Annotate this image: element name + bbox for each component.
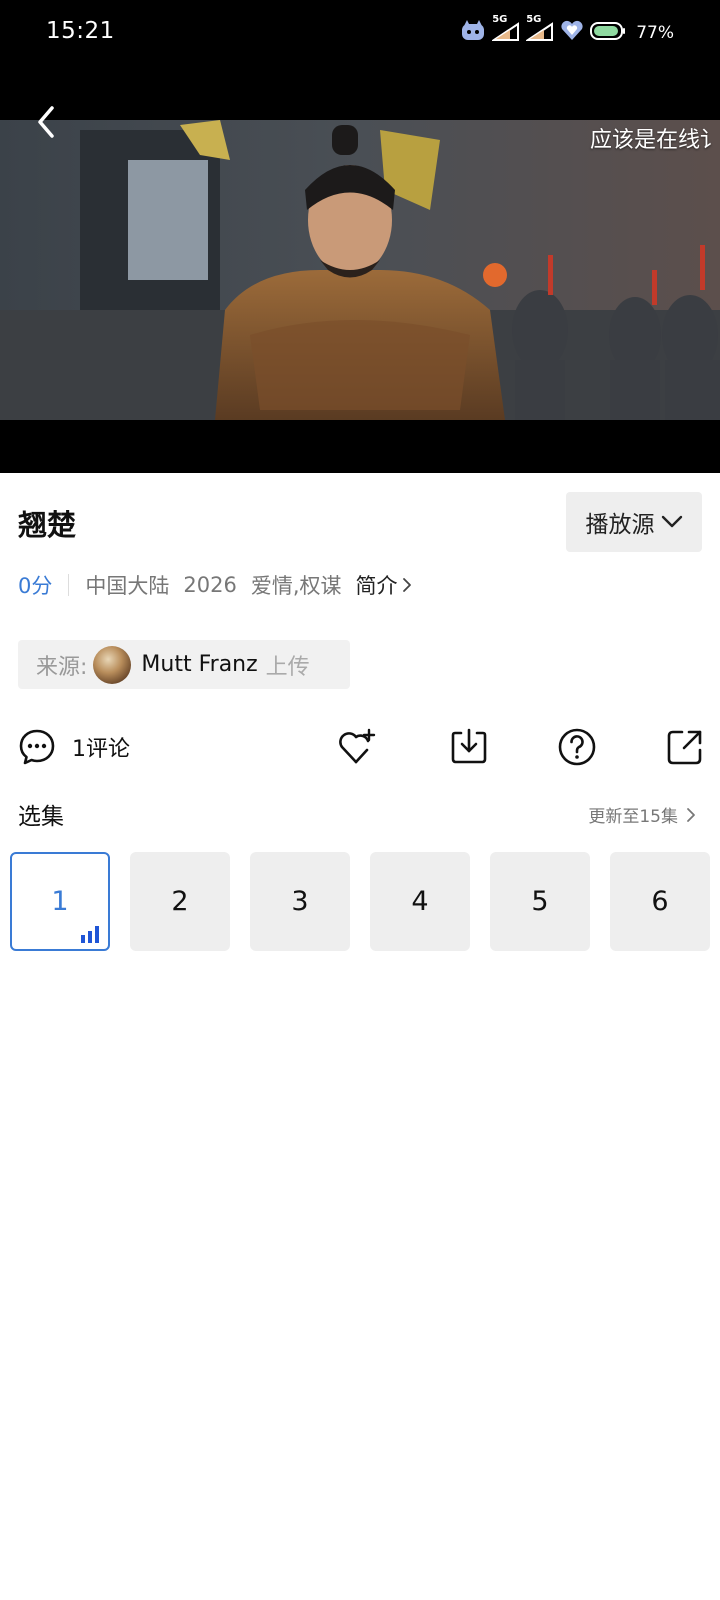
- episode-number: 4: [411, 886, 429, 917]
- episode-number: 1: [51, 886, 69, 917]
- download-icon: [451, 728, 487, 764]
- share-button[interactable]: [665, 727, 705, 767]
- favorite-add-icon: [339, 728, 376, 764]
- episodes-update-link[interactable]: 更新至15集: [588, 802, 696, 827]
- chevron-right-icon: [687, 807, 695, 822]
- help-button[interactable]: [557, 727, 597, 767]
- back-button[interactable]: [28, 102, 68, 142]
- uploader-name: Mutt Franz: [141, 652, 258, 677]
- intro-link-label: 简介: [355, 574, 398, 598]
- help-icon: [558, 728, 596, 766]
- episode-item[interactable]: 2: [130, 852, 230, 951]
- episode-list: 1 2 3 4 5 6: [10, 852, 710, 951]
- episode-item[interactable]: 3: [250, 852, 350, 951]
- uploader-suffix: 上传: [265, 654, 310, 680]
- video-genres: 爱情,权谋: [250, 574, 342, 598]
- video-player[interactable]: 应该是在线讠: [0, 68, 720, 473]
- action-bar: 1评论: [0, 725, 720, 769]
- chevron-right-icon: [402, 578, 411, 592]
- uploader-chip[interactable]: 来源: Mutt Franz 上传: [18, 640, 350, 689]
- status-time: 15:21: [46, 18, 115, 44]
- signal-5g-icon: 5G: [524, 14, 554, 46]
- playback-source-label: 播放源: [585, 512, 655, 538]
- video-title: 翘楚: [18, 508, 77, 542]
- episode-number: 2: [171, 886, 189, 917]
- wifi-heart-icon: [560, 20, 584, 46]
- video-meta: 0分 中国大陆 2026 爱情,权谋 简介: [18, 570, 412, 600]
- status-bar: 15:21 5G 5G 77%: [0, 0, 720, 68]
- episode-item[interactable]: 6: [610, 852, 710, 951]
- comment-button[interactable]: 1评论: [18, 725, 130, 769]
- playback-source-button[interactable]: 播放源: [566, 492, 702, 552]
- download-button[interactable]: [449, 727, 489, 767]
- video-still: [0, 120, 720, 420]
- video-score: 0分: [18, 574, 53, 598]
- episode-number: 3: [291, 886, 309, 917]
- comment-icon: [19, 729, 55, 765]
- battery-percent: 77%: [636, 23, 674, 43]
- video-frame[interactable]: [0, 120, 720, 420]
- episodes-label: 选集: [18, 804, 64, 830]
- share-icon: [667, 730, 702, 765]
- danmaku-comment: 应该是在线讠: [590, 128, 720, 153]
- video-region: 中国大陆: [85, 574, 170, 598]
- uploader-label: 来源:: [36, 654, 88, 680]
- back-arrow-icon: [38, 106, 54, 138]
- episode-item[interactable]: 4: [370, 852, 470, 951]
- episode-number: 5: [531, 886, 549, 917]
- now-playing-icon: [81, 926, 99, 943]
- signal-5g-icon: 5G: [490, 14, 520, 46]
- meta-divider: [68, 574, 70, 596]
- comment-count: 1评论: [72, 737, 130, 762]
- favorite-button[interactable]: [337, 727, 377, 767]
- episode-item[interactable]: 1: [10, 852, 110, 951]
- avatar: [93, 645, 132, 684]
- episode-item[interactable]: 5: [490, 852, 590, 951]
- video-year: 2026: [183, 573, 237, 597]
- episode-number: 6: [651, 886, 669, 917]
- chevron-down-icon: [661, 515, 682, 528]
- app-notification-icon: [460, 20, 486, 46]
- intro-link[interactable]: 简介: [356, 570, 412, 600]
- episodes-update-text: 更新至15集: [588, 807, 678, 827]
- battery-icon: [590, 20, 626, 46]
- status-icons: 5G 5G 77%: [460, 14, 674, 48]
